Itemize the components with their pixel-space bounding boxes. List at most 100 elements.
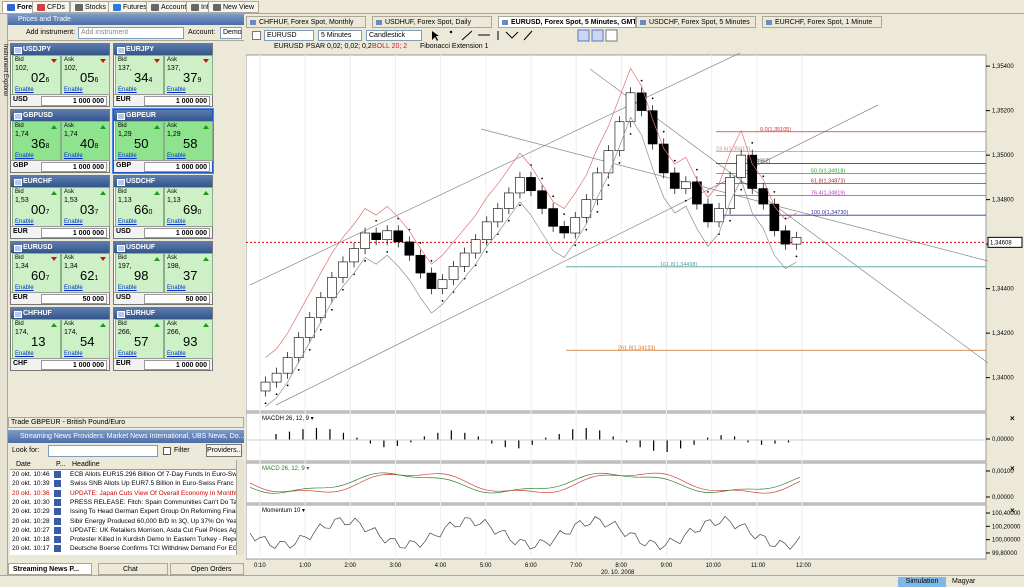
- bid-button[interactable]: Bid 197, 98 Enable: [115, 253, 164, 293]
- drawing-tools[interactable]: [428, 29, 628, 42]
- ask-enable-link[interactable]: Enable: [64, 351, 83, 357]
- bid-button[interactable]: Bid 1,29 50 Enable: [115, 121, 164, 161]
- study-psar[interactable]: PSAR 0,02; 0,02; 0,2: [306, 43, 372, 50]
- tile-amount-input[interactable]: 1 000 000: [144, 96, 210, 106]
- study-instrument[interactable]: EURUSD: [274, 43, 304, 50]
- col-date[interactable]: Date: [16, 461, 31, 468]
- tile-amount-input[interactable]: 1 000 000: [41, 96, 107, 106]
- bid-enable-link[interactable]: Enable: [15, 219, 34, 225]
- chart-menu-icon[interactable]: [252, 31, 261, 40]
- news-row[interactable]: 20 okt. 10:27 UPDATE: UK Retailers Morris…: [10, 526, 236, 535]
- bid-button[interactable]: Bid 1,53 007 Enable: [12, 187, 61, 227]
- bid-button[interactable]: Bid 266, 57 Enable: [115, 319, 164, 359]
- news-row[interactable]: 20 okt. 10:28 Sibir Energy Produced 60,00…: [10, 517, 236, 526]
- trade-bar[interactable]: Trade GBPEUR - British Pound/Euro: [8, 417, 244, 428]
- tile-amount-input[interactable]: 1 000 000: [144, 360, 210, 370]
- lookfor-input[interactable]: [48, 445, 158, 457]
- col-provider[interactable]: P...: [56, 461, 66, 468]
- ask-enable-link[interactable]: Enable: [64, 153, 83, 159]
- chart-tab[interactable]: EURUSD, Forex Spot, 5 Minutes, GMT+1: [498, 16, 636, 28]
- price-tile-usdchf[interactable]: USDCHF Bid 1,13 660 Enable Ask 1,13 690 …: [113, 175, 213, 239]
- chart-tab[interactable]: EURCHF, Forex Spot, 1 Minute: [762, 16, 882, 28]
- bid-button[interactable]: Bid 1,13 660 Enable: [115, 187, 164, 227]
- menu-tab-new-view[interactable]: New View: [208, 1, 259, 13]
- ask-enable-link[interactable]: Enable: [167, 87, 186, 93]
- tab-chat[interactable]: Chat: [98, 563, 168, 575]
- tab-streaming-news[interactable]: Streaming News P...: [8, 563, 92, 575]
- bid-enable-link[interactable]: Enable: [118, 87, 137, 93]
- ask-button[interactable]: Ask 1,29 58 Enable: [164, 121, 213, 161]
- bid-enable-link[interactable]: Enable: [15, 87, 34, 93]
- instrument-explorer-tab[interactable]: Instrument Explorer: [0, 14, 8, 587]
- news-row[interactable]: 20 okt. 10:18 Protester Killed In Kurdish…: [10, 535, 236, 544]
- ask-button[interactable]: Ask 102, 056 Enable: [61, 55, 110, 95]
- bid-enable-link[interactable]: Enable: [118, 219, 137, 225]
- ask-button[interactable]: Ask 1,34 621 Enable: [61, 253, 110, 293]
- ask-button[interactable]: Ask 174, 54 Enable: [61, 319, 110, 359]
- news-row[interactable]: 20 okt. 10:17 Deutsche Boerse Confirms TC…: [10, 544, 236, 553]
- price-tile-eurchf[interactable]: EURCHF Bid 1,53 007 Enable Ask 1,53 037 …: [10, 175, 110, 239]
- chart-style-select[interactable]: Candlestick: [366, 30, 422, 41]
- bid-enable-link[interactable]: Enable: [15, 285, 34, 291]
- tab-open-orders[interactable]: Open Orders: [170, 563, 244, 575]
- news-row[interactable]: 20 okt. 10:46 ECB Allots EUR15.296 Billio…: [10, 470, 236, 479]
- ask-enable-link[interactable]: Enable: [64, 285, 83, 291]
- account-select[interactable]: Demo: [220, 27, 242, 39]
- study-fib[interactable]: Fibonacci Extension 1: [420, 43, 488, 50]
- ask-button[interactable]: Ask 137, 379 Enable: [164, 55, 213, 95]
- tile-amount-input[interactable]: 1 000 000: [144, 162, 210, 172]
- news-row[interactable]: 20 okt. 10:29 Issing To Head German Exper…: [10, 507, 236, 516]
- language-indicator[interactable]: Magyar: [952, 577, 975, 587]
- ask-enable-link[interactable]: Enable: [167, 351, 186, 357]
- news-scrollbar[interactable]: [236, 460, 244, 555]
- news-row[interactable]: 20 okt. 10:36 UPDATE: Japan Cuts View Of …: [10, 489, 236, 498]
- bid-enable-link[interactable]: Enable: [118, 153, 137, 159]
- menu-tab-account[interactable]: Account: [146, 1, 192, 13]
- ask-button[interactable]: Ask 198, 37 Enable: [164, 253, 213, 293]
- price-tile-chfhuf[interactable]: CHFHUF Bid 174, 13 Enable Ask 174, 54 En…: [10, 307, 110, 371]
- ask-button[interactable]: Ask 1,13 690 Enable: [164, 187, 213, 227]
- bid-enable-link[interactable]: Enable: [15, 351, 34, 357]
- ask-enable-link[interactable]: Enable: [167, 285, 186, 291]
- study-boll[interactable]: BOLL 20; 2: [372, 43, 407, 50]
- price-tile-usdjpy[interactable]: USDJPY Bid 102, 026 Enable Ask 102, 056 …: [10, 43, 110, 107]
- bid-enable-link[interactable]: Enable: [15, 153, 34, 159]
- price-tile-gbpusd[interactable]: GBPUSD Bid 1,74 368 Enable Ask 1,74 408 …: [10, 109, 110, 173]
- bid-enable-link[interactable]: Enable: [118, 285, 137, 291]
- tile-amount-input[interactable]: 50 000: [144, 294, 210, 304]
- bid-button[interactable]: Bid 174, 13 Enable: [12, 319, 61, 359]
- tile-amount-input[interactable]: 1 000 000: [41, 162, 107, 172]
- news-row[interactable]: 20 okt. 10:30 PRESS RELEASE: Fitch: Spain…: [10, 498, 236, 507]
- tile-amount-input[interactable]: 1 000 000: [41, 228, 107, 238]
- chart-tab[interactable]: CHFHUF, Forex Spot, Monthly: [246, 16, 366, 28]
- chart-canvas[interactable]: MACDH 26, 12, 9 ▾ 0,00000 × MACD 26, 12, 9 …: [246, 53, 1024, 575]
- chart-tab[interactable]: USDHUF, Forex Spot, Daily: [372, 16, 492, 28]
- ask-button[interactable]: Ask 1,53 037 Enable: [61, 187, 110, 227]
- providers-button[interactable]: Providers...: [206, 444, 242, 457]
- close-pane-icon[interactable]: ×: [1010, 414, 1015, 423]
- ask-enable-link[interactable]: Enable: [167, 153, 186, 159]
- price-tile-gbpeur[interactable]: GBPEUR Bid 1,29 50 Enable Ask 1,29 58 En…: [112, 108, 214, 174]
- tile-amount-input[interactable]: 50 000: [41, 294, 107, 304]
- filter-checkbox[interactable]: [163, 447, 171, 455]
- col-headline[interactable]: Headline: [72, 461, 100, 468]
- bid-button[interactable]: Bid 137, 344 Enable: [115, 55, 164, 95]
- add-instrument-input[interactable]: Add instrument: [78, 27, 184, 39]
- interval-select[interactable]: 5 Minutes: [318, 30, 362, 41]
- tile-amount-input[interactable]: 1 000 000: [41, 360, 107, 370]
- ask-enable-link[interactable]: Enable: [167, 219, 186, 225]
- price-tile-eurhuf[interactable]: EURHUF Bid 266, 57 Enable Ask 266, 93 En…: [113, 307, 213, 371]
- news-row[interactable]: 20 okt. 10:39 Swiss SNB Allots Up EUR7.5 …: [10, 479, 236, 488]
- price-tile-eurusd[interactable]: EURUSD Bid 1,34 607 Enable Ask 1,34 621 …: [10, 241, 110, 305]
- bid-button[interactable]: Bid 1,74 368 Enable: [12, 121, 61, 161]
- ask-button[interactable]: Ask 266, 93 Enable: [164, 319, 213, 359]
- instrument-select[interactable]: EURUSD: [264, 30, 314, 41]
- ask-button[interactable]: Ask 1,74 408 Enable: [61, 121, 110, 161]
- tile-amount-input[interactable]: 1 000 000: [144, 228, 210, 238]
- price-tile-usdhuf[interactable]: USDHUF Bid 197, 98 Enable Ask 198, 37 En…: [113, 241, 213, 305]
- menu-tab-cfds[interactable]: CFDs: [32, 1, 70, 13]
- ask-enable-link[interactable]: Enable: [64, 219, 83, 225]
- bid-enable-link[interactable]: Enable: [118, 351, 137, 357]
- price-tile-eurjpy[interactable]: EURJPY Bid 137, 344 Enable Ask 137, 379 …: [113, 43, 213, 107]
- close-pane-icon[interactable]: ×: [1010, 464, 1015, 473]
